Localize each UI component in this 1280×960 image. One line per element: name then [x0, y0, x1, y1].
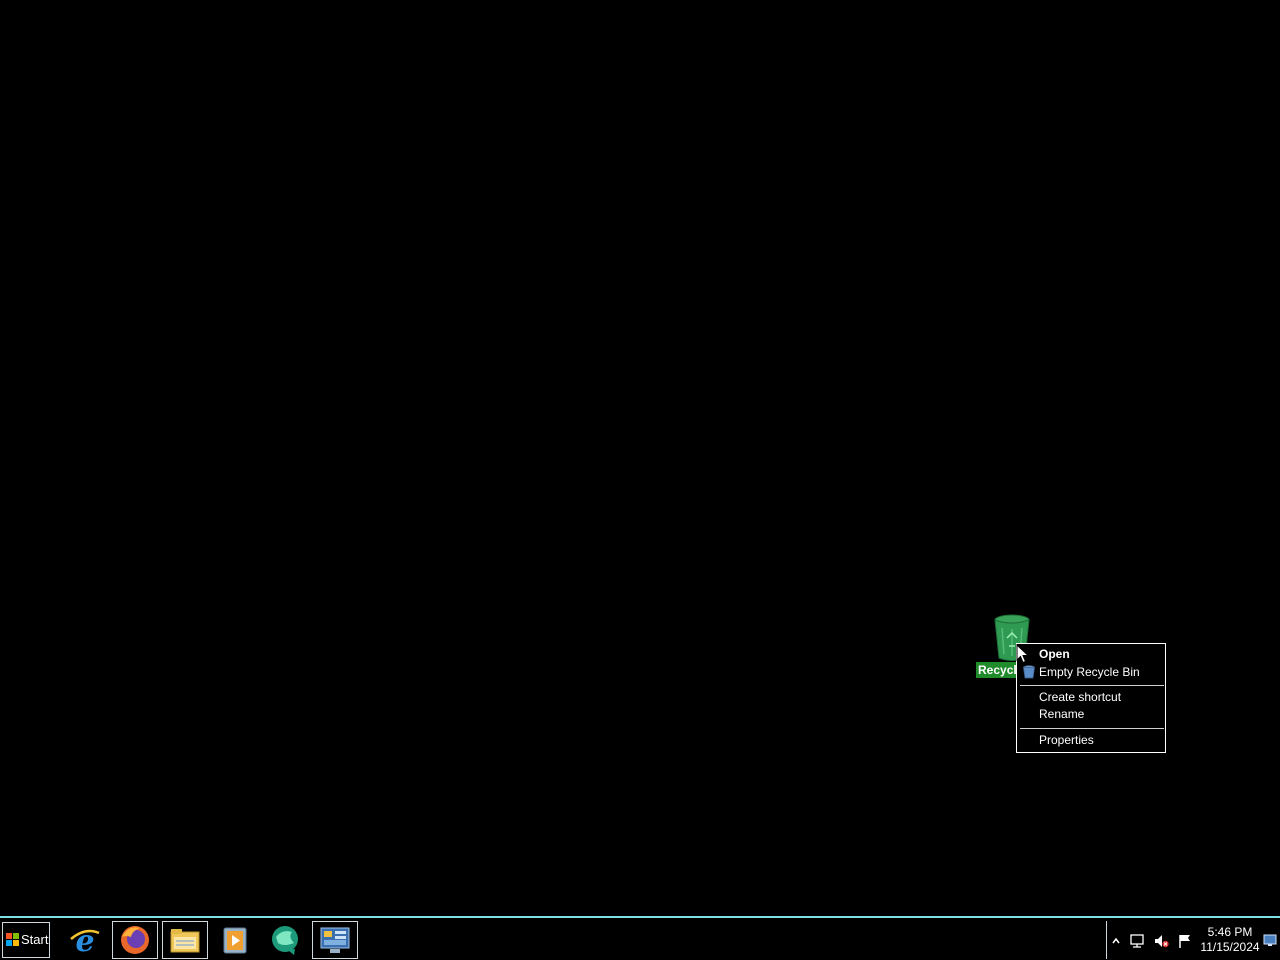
menu-item-open-label: Open — [1039, 647, 1070, 661]
svg-text:e: e — [75, 924, 94, 957]
action-center-flag-icon[interactable] — [1177, 933, 1193, 949]
menu-separator — [1020, 728, 1164, 729]
volume-muted-icon[interactable] — [1153, 933, 1169, 949]
recycle-bin-label: Recycle Bin — [976, 662, 1020, 678]
show-hidden-icons-chevron[interactable] — [1111, 933, 1121, 949]
green-globe-app-icon — [272, 926, 298, 955]
firefox-icon — [121, 926, 149, 954]
desktop[interactable]: Recycle Bin Open Empty Recycle Bin Creat… — [0, 0, 1280, 916]
clock[interactable]: 5:46 PM 11/15/2024 — [1199, 925, 1261, 955]
system-tray: 5:46 PM 11/15/2024 — [1106, 921, 1278, 959]
menu-item-properties[interactable]: Properties — [1019, 732, 1163, 749]
menu-item-create-shortcut-label: Create shortcut — [1039, 690, 1122, 704]
taskbar-control-panel[interactable] — [312, 921, 358, 959]
menu-item-rename-label: Rename — [1039, 707, 1085, 721]
taskbar-file-explorer[interactable] — [162, 921, 208, 959]
network-icon[interactable] — [1129, 933, 1145, 949]
menu-item-create-shortcut[interactable]: Create shortcut — [1019, 689, 1163, 706]
menu-item-properties-label: Properties — [1039, 733, 1094, 747]
start-label: Start — [21, 932, 49, 947]
clock-time: 5:46 PM — [1207, 925, 1253, 939]
menu-item-rename[interactable]: Rename — [1019, 706, 1163, 723]
taskbar-media-player[interactable] — [212, 921, 258, 959]
menu-item-empty-recycle-bin[interactable]: Empty Recycle Bin — [1019, 664, 1163, 681]
internet-explorer-icon: e — [70, 924, 100, 957]
clock-date: 11/15/2024 — [1200, 940, 1260, 954]
show-desktop-icon[interactable] — [1263, 933, 1277, 947]
taskbar-internet-explorer[interactable]: e — [62, 921, 108, 959]
start-button[interactable]: Start — [2, 922, 50, 958]
file-explorer-icon — [170, 929, 200, 953]
context-menu: Open Empty Recycle Bin Create shortcut R… — [1016, 643, 1166, 753]
mouse-cursor-icon — [1016, 644, 1030, 664]
taskbar-green-globe-app[interactable] — [262, 921, 308, 959]
control-panel-icon — [320, 927, 350, 953]
menu-separator — [1020, 685, 1164, 686]
recycle-bin-icon — [1023, 665, 1035, 679]
menu-item-open[interactable]: Open — [1019, 646, 1163, 663]
taskbar: Start e 5:46 PM 11/15/2024 — [0, 916, 1280, 960]
media-player-icon — [223, 927, 247, 954]
menu-item-empty-recycle-bin-label: Empty Recycle Bin — [1039, 665, 1140, 679]
windows-logo-icon — [6, 933, 19, 946]
taskbar-firefox[interactable] — [112, 921, 158, 959]
